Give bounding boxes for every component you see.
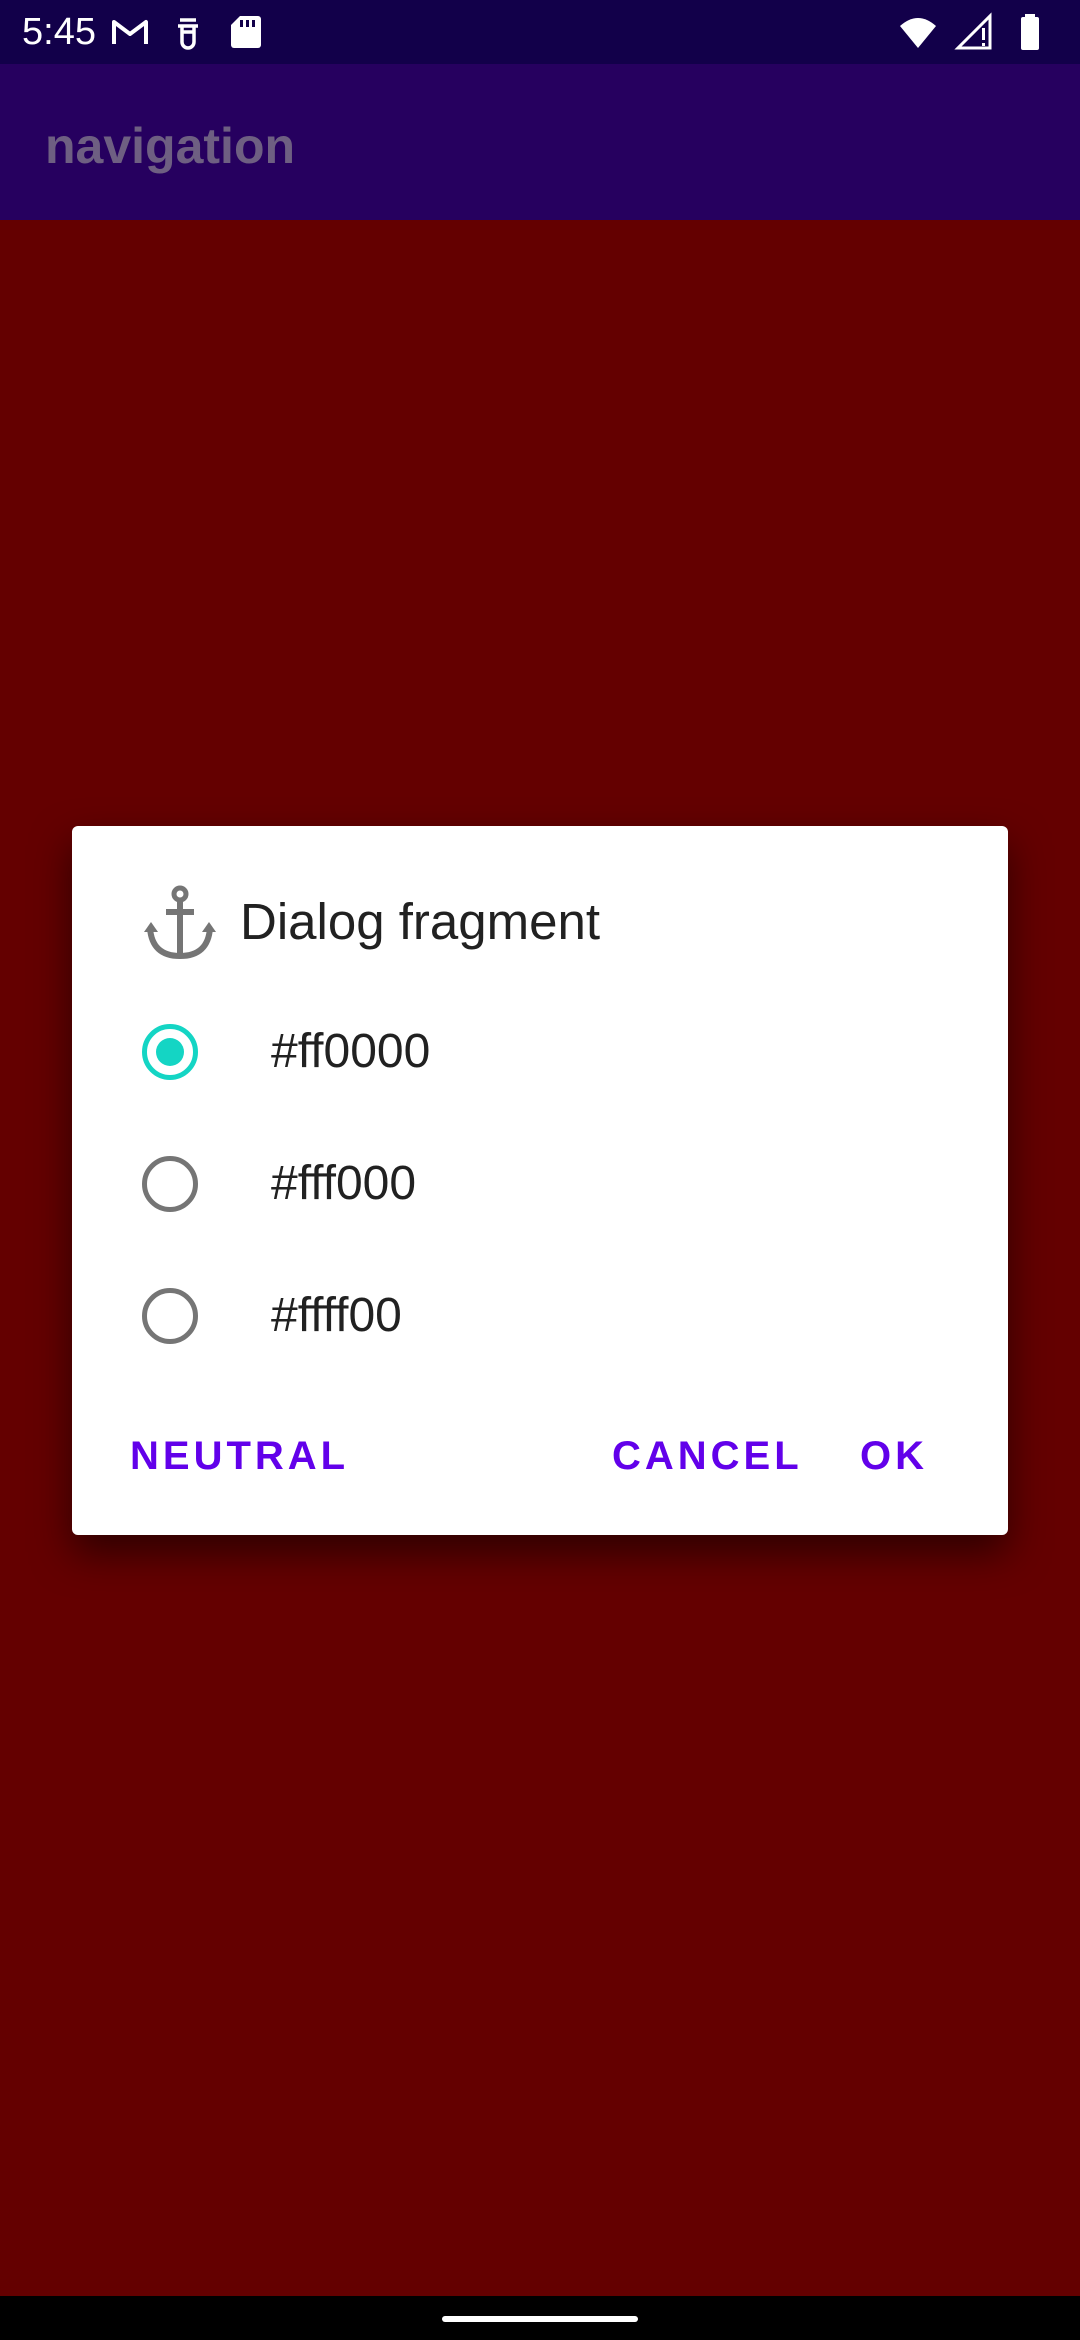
home-gesture-handle[interactable]: [442, 2316, 638, 2322]
dialog-header: Dialog fragment: [142, 882, 600, 962]
status-time: 5:45: [22, 11, 96, 53]
notification-icon: [178, 18, 198, 50]
navigation-bar: [0, 2296, 1080, 2340]
status-bar: 5:45: [0, 0, 1080, 64]
anchor-icon: [144, 885, 216, 960]
radio-label: #fff000: [271, 1157, 417, 1210]
signal-icon: [954, 12, 992, 50]
app-bar: navigation: [0, 64, 1080, 220]
radio-option-ff0000[interactable]: #ff0000: [72, 986, 1008, 1118]
dialog: Dialog fragment #ff0000 #fff000 #ffff00 …: [72, 826, 1008, 1535]
radio-button[interactable]: [142, 1288, 198, 1344]
radio-button[interactable]: [142, 1156, 198, 1212]
ok-button[interactable]: OK: [860, 1424, 928, 1488]
gmail-icon: [112, 20, 148, 44]
cancel-button[interactable]: CANCEL: [612, 1424, 803, 1488]
battery-icon: [1021, 14, 1039, 50]
dialog-title: Dialog fragment: [240, 893, 601, 950]
app-title: navigation: [45, 118, 296, 174]
radio-option-ffff00[interactable]: #ffff00: [72, 1250, 1008, 1382]
sd-card-icon: [231, 16, 261, 48]
status-left-icons: [110, 12, 266, 52]
radio-label: #ff0000: [271, 1025, 431, 1078]
wifi-icon: [900, 18, 936, 48]
status-right-icons: [898, 12, 1050, 52]
radio-label: #ffff00: [271, 1289, 402, 1342]
neutral-button[interactable]: NEUTRAL: [130, 1424, 349, 1488]
radio-button-checked[interactable]: [142, 1024, 198, 1080]
radio-option-fff000[interactable]: #fff000: [72, 1118, 1008, 1250]
